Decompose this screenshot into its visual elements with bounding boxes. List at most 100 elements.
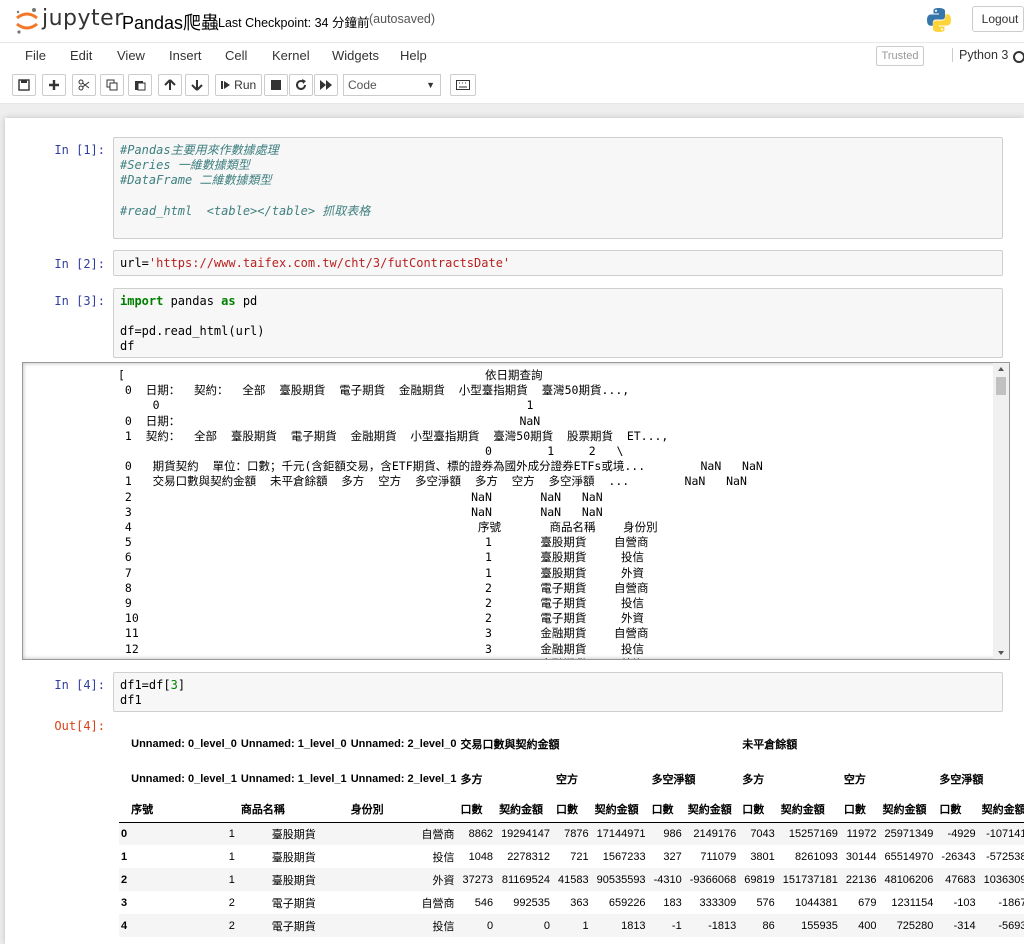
table-cell: 37273 [462,873,494,886]
copy-button[interactable] [100,74,124,96]
table-cell: 363 [570,896,589,909]
code-assign: df1=df[ [120,678,171,692]
code-module: pandas [163,294,222,308]
table-cell: 333309 [699,896,737,909]
table-cell: 自營商 [421,897,455,910]
table-cell: 2149176 [693,827,737,840]
checkpoint-status: Last Checkpoint: 34 分鐘前 [218,16,370,30]
table-cell: 1813 [621,919,646,932]
table-cell: 1048 [468,850,494,863]
menu-help[interactable]: Help [400,48,427,63]
header-column-7: 口數 [651,803,674,816]
menu-kernel[interactable]: Kernel [272,48,310,63]
header-column-5: 口數 [556,803,579,816]
table-cell: 自營商 [421,828,455,841]
table-cell: 臺股期貨 [271,828,316,841]
header-row-level-2: 序號 商品名稱 身份別 口數 契約金額 口數 契約金額 口數 契約金額 口數 契約金額 口數 契約金額口… [119,796,1024,822]
header-unnamed-1-1: Unnamed: 1_level_1 [240,773,347,785]
menu-insert[interactable]: Insert [169,48,202,63]
table-cell: 0 [486,919,494,932]
plus-icon [49,80,59,90]
menubar: File Edit View Insert Cell Kernel Widget… [0,42,1024,70]
table-cell: -1813 [708,919,737,932]
cell-type-select[interactable]: Code ▼ [343,74,441,96]
table-cell: -186773 [998,896,1024,909]
table-cell: 8862 [468,827,494,840]
dataframe-body: 0 1 臺股期貨 自營商 8862 19294147 7876 17144971 986 2149… [119,822,1024,937]
header: jupyter Pandas爬蟲 Last Checkpoint: 34 分鐘前… [0,0,1024,42]
header-row-level-0: Unnamed: 0_level_0 Unnamed: 1_level_0 Un… [119,726,1024,762]
menu-cell[interactable]: Cell [225,48,247,63]
cell-1-line-5: #read_html <table></table> 抓取表格 [120,204,371,218]
command-palette-button[interactable] [450,74,476,96]
kernel-name[interactable]: Python 3 [952,48,1008,62]
restart-button[interactable] [289,74,313,96]
header-group-trade: 交易口數與契約金額 [460,739,560,751]
interrupt-button[interactable] [264,74,288,96]
table-cell: 992535 [513,896,551,909]
scroll-down-icon[interactable] [993,647,1009,659]
header-unnamed-0-0: Unnamed: 0_level_0 [131,738,237,750]
table-cell: -4310 [653,873,682,886]
cell-3-line-1: import pandas as pd [120,294,257,309]
jupyter-logo-text: jupyter [42,6,124,31]
arrow-up-icon [164,79,176,90]
menu-widgets[interactable]: Widgets [332,48,379,63]
header-column-3: 口數 [460,803,483,816]
cell-1-input[interactable]: #Pandas主要用來作數據處理 #Series 一維數據類型 #DataFra… [113,137,1003,239]
paste-button[interactable] [128,74,152,96]
out-3-scrollbar[interactable] [993,363,1009,659]
restart-run-all-button[interactable] [314,74,338,96]
row-index: 0 [121,827,128,840]
table-cell: 1 [582,919,589,932]
header-column-9: 口數 [742,803,765,816]
scroll-up-icon[interactable] [993,363,1009,375]
table-cell: 2278312 [507,850,551,863]
table-row: 3 2 電子期貨 自營商 546 992535 363 659226 183 333309 576 1… [119,891,1024,914]
table-cell: 投信 [432,920,455,933]
out-3-scroll-area[interactable]: [ 依日期查詢 0 日期： 契約： 全部 臺股期貨 電子期貨 金融期貨 小型臺指… [22,362,1010,660]
move-down-button[interactable] [185,74,209,96]
header-unnamed-0-1: Unnamed: 0_level_1 [131,773,237,785]
table-cell: 1 [228,850,235,863]
notebook-title[interactable]: Pandas爬蟲 [122,9,219,35]
trusted-indicator[interactable]: Trusted [876,46,924,66]
menu-file[interactable]: File [25,48,46,63]
cell-4-input[interactable]: df1=df[3] df1 [113,672,1003,712]
stop-icon [271,80,281,90]
row-index: 1 [121,850,128,863]
header-subgroup: 多方 [742,774,765,786]
notebook-container: In [1]: #Pandas主要用來作數據處理 #Series 一維數據類型 … [5,118,1024,944]
header-column-1: 商品名稱 [240,803,285,816]
header-subgroup: 多空淨額 [651,774,696,786]
cell-1-line-1: #Pandas主要用來作數據處理 [120,143,279,157]
cell-3-input[interactable]: import pandas as pd df=pd.read_html(url)… [113,288,1003,358]
table-cell: 投信 [432,851,455,864]
code-keyword-as: as [221,294,236,308]
table-cell: 電子期貨 [271,897,316,910]
header-unnamed-2-1: Unnamed: 2_level_1 [350,773,457,785]
logout-button[interactable]: Logout [972,6,1024,32]
row-index: 2 [121,873,128,886]
move-up-button[interactable] [158,74,182,96]
save-button[interactable] [12,74,36,96]
index-header [119,762,129,796]
cut-button[interactable] [72,74,96,96]
header-column-12: 契約金額 [882,803,927,816]
header-column-0: 序號 [131,803,154,816]
chevron-down-icon: ▼ [426,80,435,90]
table-cell: 546 [474,896,494,909]
header-column-6: 契約金額 [594,803,639,816]
table-cell: 7043 [750,827,775,840]
insert-cell-button[interactable] [42,74,66,96]
toolbar: Run Code ▼ [0,70,1024,104]
menu-edit[interactable]: Edit [70,48,92,63]
out-3-text: [ 依日期查詢 0 日期： 契約： 全部 臺股期貨 電子期貨 金融期貨 小型臺指… [118,368,763,659]
scroll-thumb[interactable] [996,377,1006,395]
menu-view[interactable]: View [117,48,145,63]
jupyter-logo[interactable]: jupyter [10,4,123,36]
run-button[interactable]: Run [215,74,262,96]
copy-icon [106,79,118,91]
header-column-11: 口數 [843,803,866,816]
cell-2-input[interactable]: url='https://www.taifex.com.tw/cht/3/fut… [113,250,1003,276]
